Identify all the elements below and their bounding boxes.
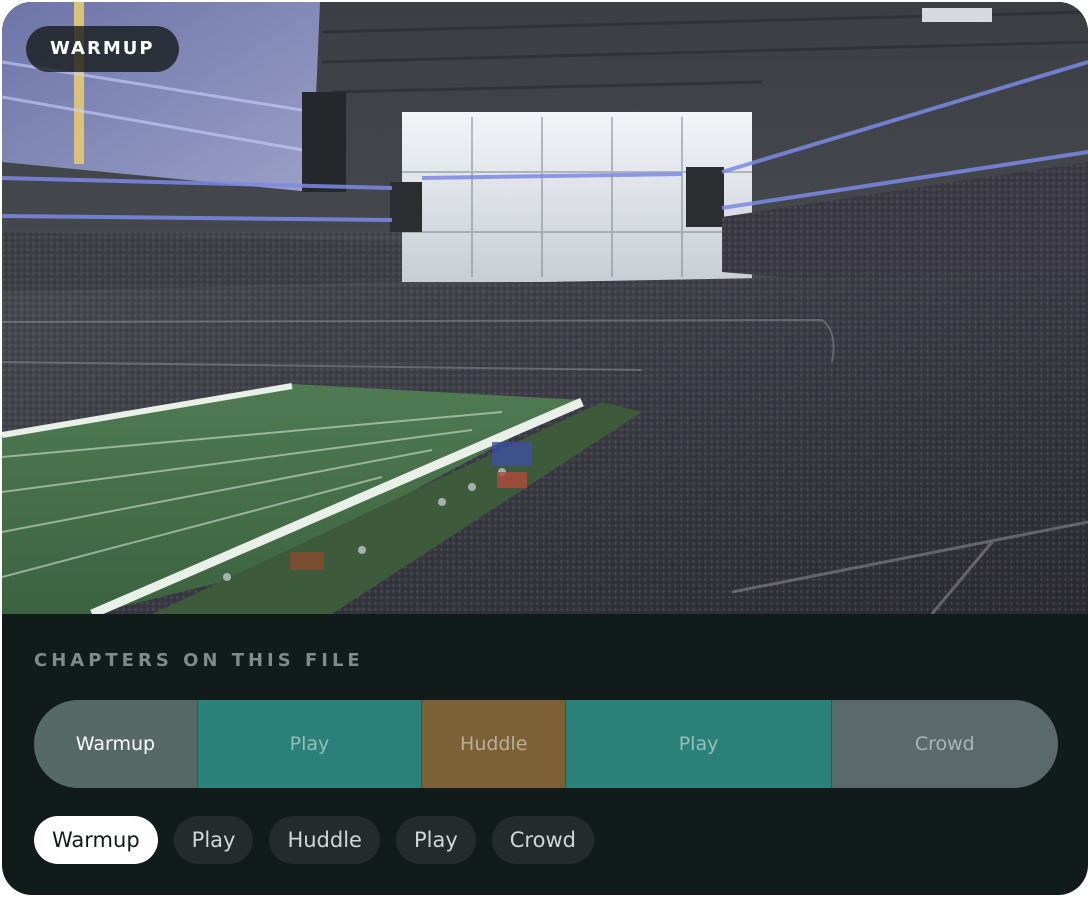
chapter-segment-crowd[interactable]: Crowd	[830, 700, 1058, 788]
chapter-pill-huddle[interactable]: Huddle	[269, 816, 380, 864]
chapter-pill-warmup[interactable]: Warmup	[34, 816, 158, 864]
chapters-heading: CHAPTERS ON THIS FILE	[34, 650, 364, 671]
chapter-pill-list: Warmup Play Huddle Play Crowd	[34, 816, 594, 864]
chapters-card: WARMUP CHAPTERS ON THIS FILE Warmup Play…	[2, 2, 1088, 895]
current-chapter-badge: WARMUP	[26, 26, 179, 72]
chapter-segment-play-2[interactable]: Play	[565, 700, 831, 788]
stadium-scene-image	[2, 2, 1088, 614]
chapter-pill-crowd[interactable]: Crowd	[491, 816, 594, 864]
chapter-segment-warmup[interactable]: Warmup	[34, 700, 197, 788]
chapter-segment-huddle[interactable]: Huddle	[421, 700, 566, 788]
chapter-pill-play-1[interactable]: Play	[173, 816, 254, 864]
chapter-pill-play-2[interactable]: Play	[395, 816, 476, 864]
video-frame[interactable]: WARMUP	[2, 2, 1088, 614]
chapter-timeline-bar: Warmup Play Huddle Play Crowd	[34, 700, 1058, 788]
chapter-segment-play-1[interactable]: Play	[196, 700, 422, 788]
